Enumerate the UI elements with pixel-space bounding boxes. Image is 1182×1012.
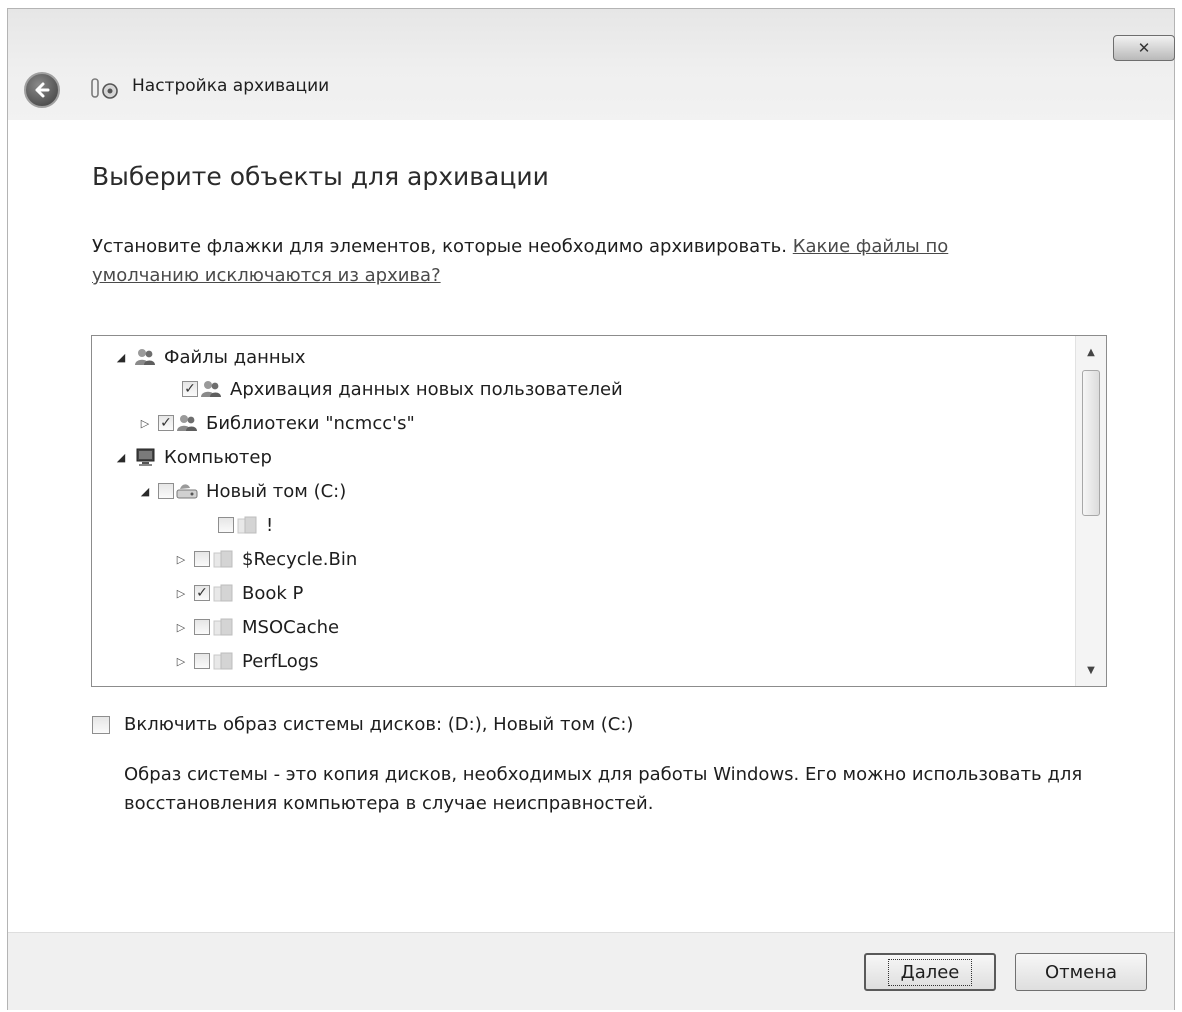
tree-item-checkbox[interactable]: [194, 619, 210, 635]
instructions: Установите флажки для элементов, которые…: [92, 232, 1052, 290]
folder-icon: [236, 515, 258, 535]
tree-item-label: PerfLogs: [242, 650, 319, 672]
cancel-button-label: Отмена: [1044, 961, 1118, 983]
tree-item[interactable]: ▷ MSOCache: [174, 610, 339, 644]
computer-icon: [134, 447, 156, 467]
backup-items-tree[interactable]: ◢ Файлы данных ✓ Архивация данных новых пол…: [91, 335, 1107, 687]
tree-item-label: Новый том (C:): [206, 480, 347, 502]
tree-item-label: $Recycle.Bin: [242, 548, 358, 570]
expand-arrow-icon[interactable]: ▷: [174, 655, 188, 668]
folder-icon: [212, 651, 234, 671]
collapse-arrow-icon[interactable]: ◢: [114, 451, 128, 464]
expand-arrow-icon[interactable]: ▷: [174, 587, 188, 600]
tree-item[interactable]: ◢ Компьютер: [114, 440, 272, 474]
users-icon: [176, 413, 198, 433]
tree-item-checkbox[interactable]: ✓: [194, 585, 210, 601]
tree-item-checkbox[interactable]: [194, 653, 210, 669]
tree-item-checkbox[interactable]: [194, 551, 210, 567]
folder-icon: [212, 549, 234, 569]
backup-icon: [91, 78, 118, 99]
instructions-text: Установите флажки для элементов, которые…: [92, 236, 788, 257]
page-heading: Выберите объекты для архивации: [92, 162, 549, 191]
expand-arrow-icon[interactable]: ▷: [174, 621, 188, 634]
system-image-description: Образ системы - это копия дисков, необхо…: [124, 764, 1083, 814]
users-icon: [200, 379, 222, 399]
tree-item[interactable]: ▷ ✓ Библиотеки "ncmcc's": [138, 406, 415, 440]
tree-item[interactable]: ▷ ✓ Book P: [174, 576, 304, 610]
drive-icon: [176, 481, 198, 501]
folder-icon: [212, 617, 234, 637]
system-image-option[interactable]: Включить образ системы дисков: (D:), Нов…: [92, 714, 633, 735]
scroll-up-button[interactable]: ▲: [1076, 338, 1106, 366]
users-icon: [134, 347, 156, 367]
tree-item-checkbox[interactable]: [158, 483, 174, 499]
tree-item-checkbox[interactable]: [218, 517, 234, 533]
collapse-arrow-icon[interactable]: ◢: [138, 485, 152, 498]
window-title: Настройка архивации: [132, 76, 330, 96]
tree-item-label: Архивация данных новых пользователей: [230, 378, 623, 400]
tree-item-checkbox[interactable]: ✓: [182, 381, 198, 397]
scroll-up-icon: ▲: [1087, 346, 1095, 358]
tree-item[interactable]: ✓ Архивация данных новых пользователей: [162, 372, 623, 406]
expand-arrow-icon[interactable]: ▷: [174, 553, 188, 566]
tree-item[interactable]: ▷ $Recycle.Bin: [174, 542, 357, 576]
tree-item-checkbox[interactable]: ✓: [158, 415, 174, 431]
close-button[interactable]: ✕: [1113, 35, 1175, 61]
cancel-button[interactable]: Отмена: [1015, 953, 1147, 991]
scroll-thumb[interactable]: [1082, 370, 1100, 516]
scroll-down-icon: ▼: [1087, 664, 1095, 676]
tree-item[interactable]: !: [198, 508, 273, 542]
tree-item-label: Библиотеки "ncmcc's": [206, 412, 415, 434]
tree-item[interactable]: ◢ Файлы данных: [114, 340, 306, 374]
footer-bar: [8, 932, 1174, 1010]
tree-item-label: Book P: [242, 582, 304, 604]
expand-arrow-icon[interactable]: ▷: [138, 417, 152, 430]
collapse-arrow-icon[interactable]: ◢: [114, 351, 128, 364]
tree-item[interactable]: ▷ PerfLogs: [174, 644, 319, 678]
back-arrow-icon: [35, 82, 50, 98]
next-button-label: Далее: [887, 958, 973, 986]
tree-item-label: Компьютер: [164, 446, 272, 468]
scroll-down-button[interactable]: ▼: [1076, 656, 1106, 684]
system-image-checkbox[interactable]: [92, 715, 110, 734]
tree-item-label: !: [266, 514, 274, 536]
folder-icon: [212, 583, 234, 603]
tree-item-label: MSOCache: [242, 616, 340, 638]
back-button[interactable]: [24, 72, 60, 108]
close-icon: ✕: [1137, 39, 1151, 57]
tree-item[interactable]: ◢ Новый том (C:): [138, 474, 347, 508]
tree-scrollbar[interactable]: ▲ ▼: [1075, 336, 1106, 686]
system-image-label: Включить образ системы дисков: (D:), Нов…: [124, 714, 634, 735]
next-button[interactable]: Далее: [864, 953, 996, 991]
tree-item-label: Файлы данных: [164, 346, 306, 368]
